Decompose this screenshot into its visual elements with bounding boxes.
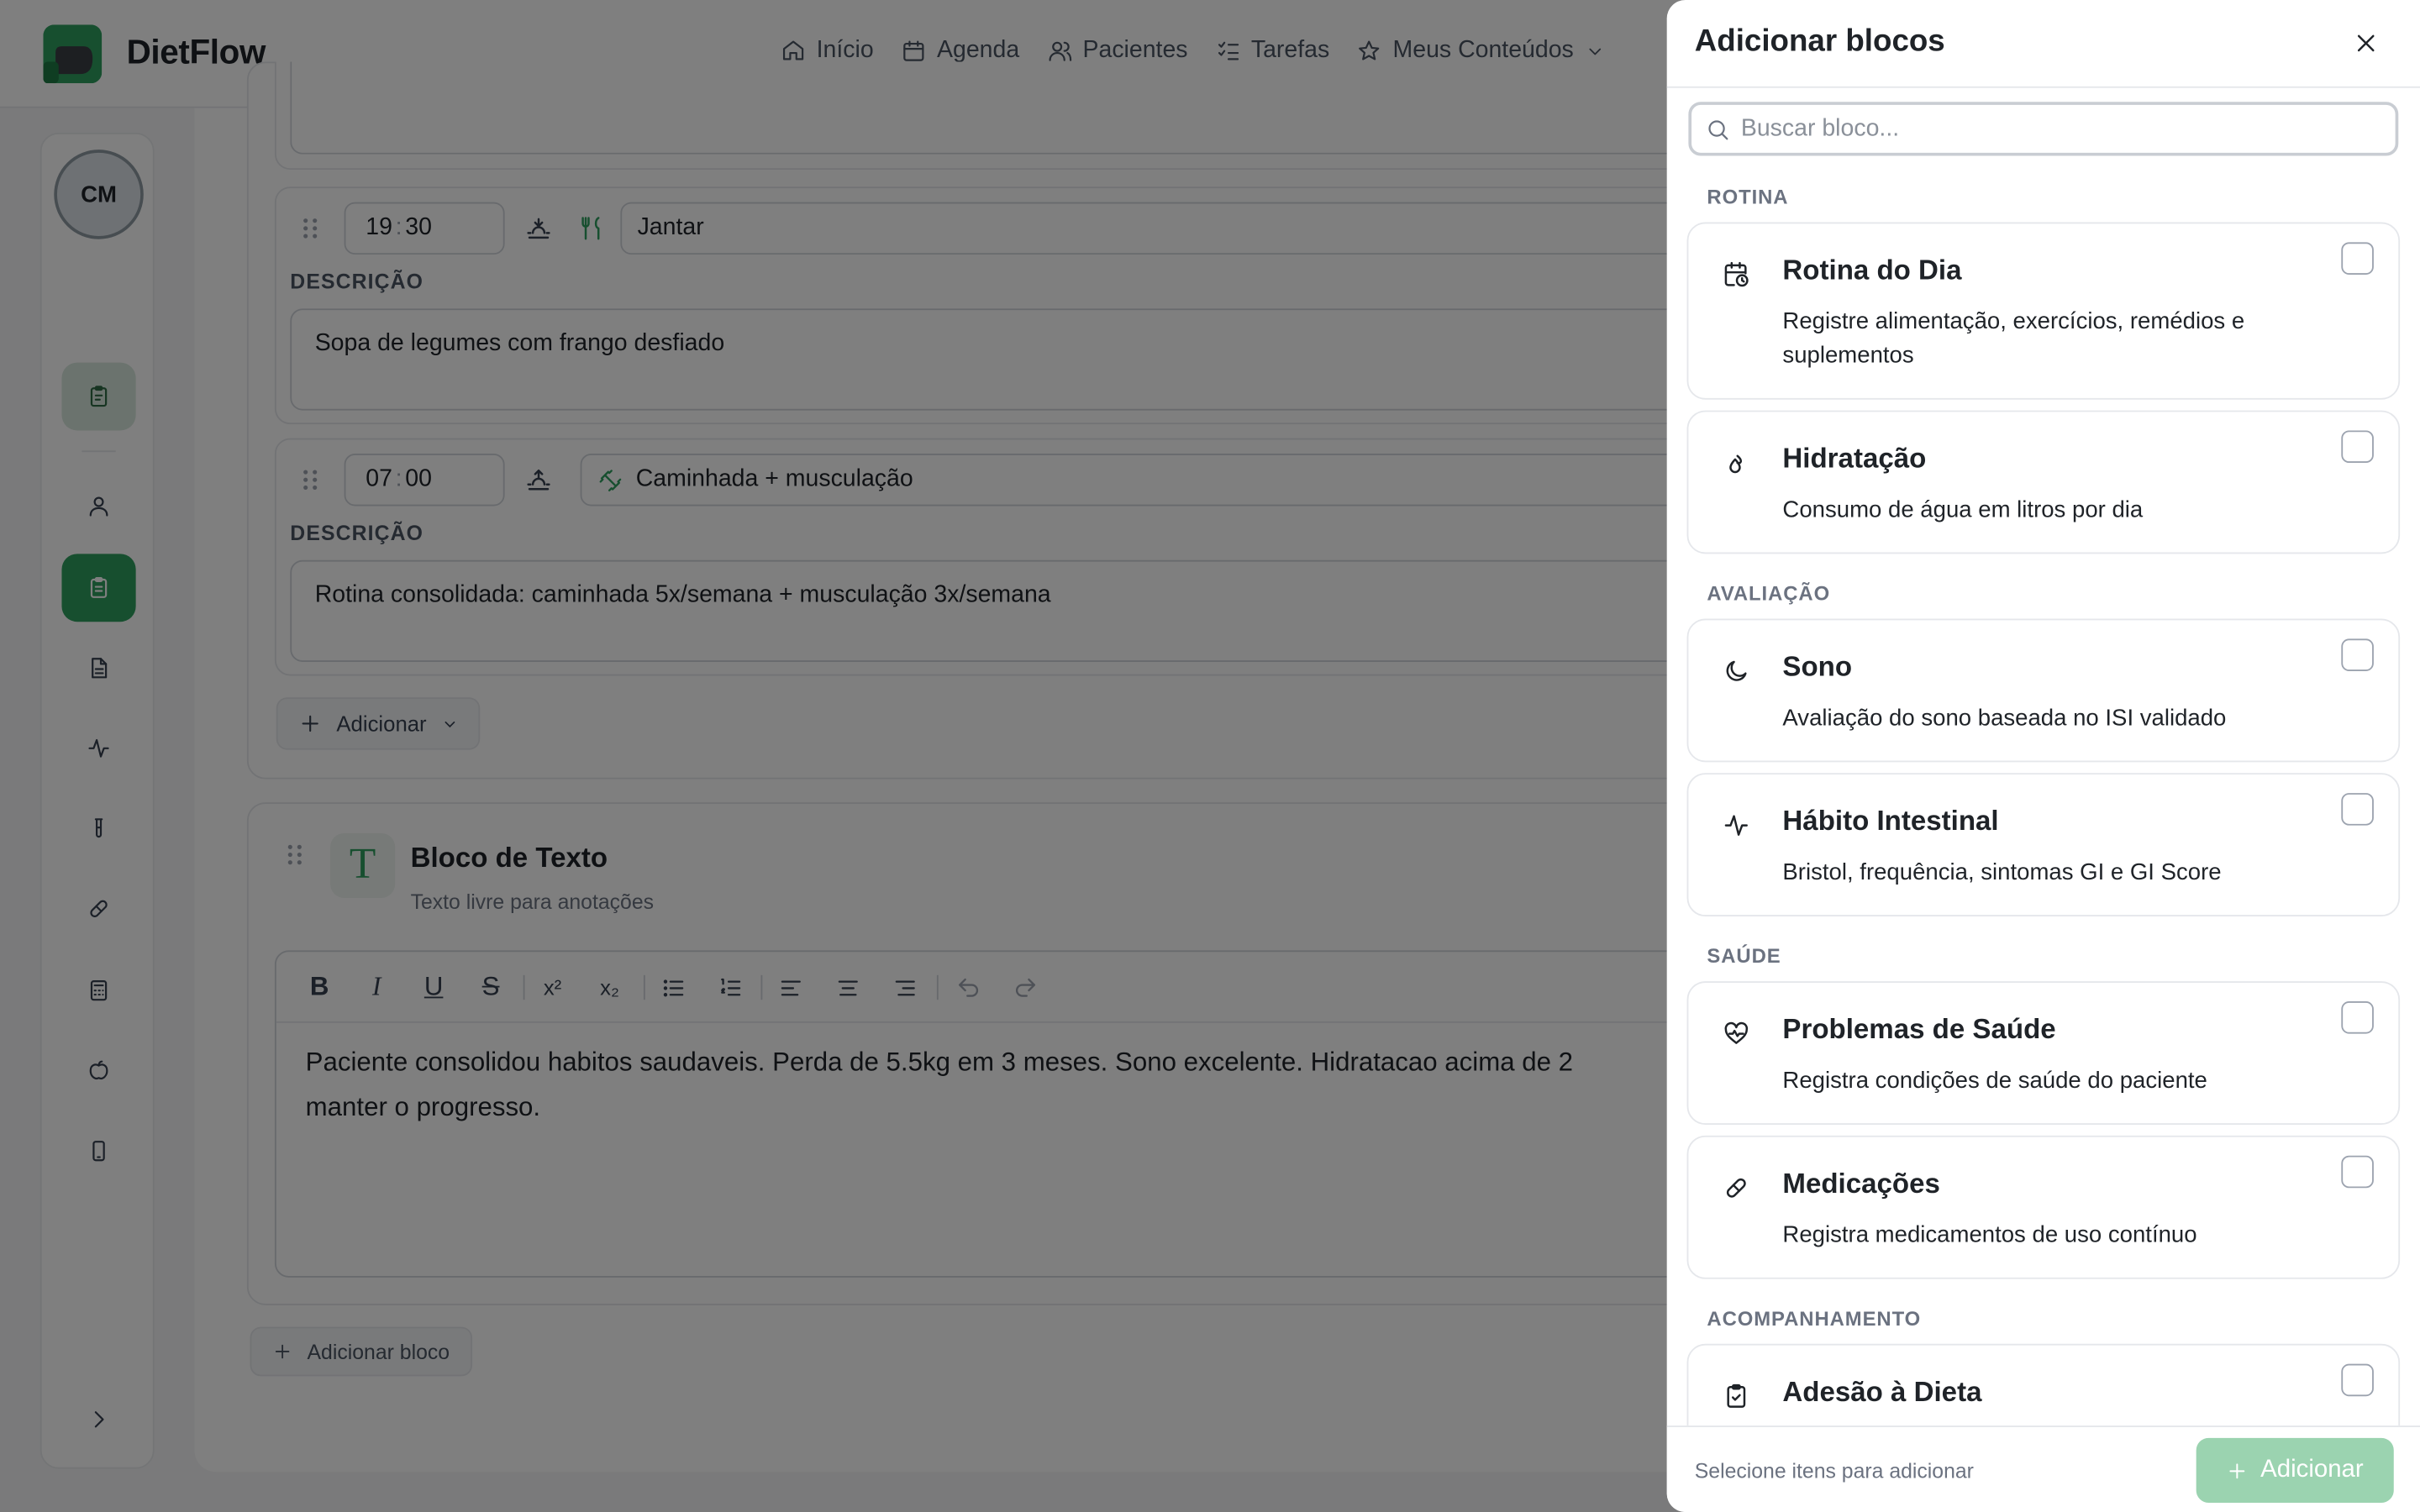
- block-card-checkbox[interactable]: [2341, 242, 2374, 275]
- plus-icon: [2228, 1462, 2244, 1478]
- block-card-medicacoes[interactable]: Medicações Registra medicamentos de uso …: [1686, 1135, 2401, 1279]
- confirm-add-label: Adicionar: [2260, 1456, 2364, 1483]
- drawer-footer: Selecione itens para adicionar Adicionar: [1666, 1425, 2420, 1512]
- confirm-add-button[interactable]: Adicionar: [2196, 1437, 2394, 1503]
- section-label-avaliacao: AVALIAÇÃO: [1707, 581, 1831, 606]
- block-card-title: Sono: [1782, 651, 1853, 682]
- block-card-checkbox[interactable]: [2341, 1155, 2374, 1189]
- block-card-description: Registra condições de saúde do paciente: [1782, 1068, 2207, 1095]
- block-card-checkbox[interactable]: [2341, 430, 2374, 464]
- block-card-description: Registre alimentação, exercícios, remédi…: [1782, 308, 2245, 369]
- block-card-description: Avaliação do sono baseada no ISI validad…: [1782, 705, 2227, 732]
- drawer-header-divider: [1666, 86, 2420, 88]
- clipboard-check-icon: [1723, 1383, 1754, 1414]
- droplets-icon: [1723, 449, 1754, 480]
- block-search: [1688, 102, 2399, 156]
- block-card-title: Rotina do Dia: [1782, 255, 1962, 286]
- block-card-title: Adesão à Dieta: [1782, 1376, 1982, 1408]
- close-icon: [2357, 34, 2375, 52]
- block-card-title: Hidratação: [1782, 443, 1927, 474]
- block-card-habito-intestinal[interactable]: Hábito Intestinal Bristol, frequência, s…: [1686, 773, 2401, 917]
- add-blocks-drawer: Adicionar blocos ROTINA Rotina do Dia Re…: [1666, 0, 2420, 1512]
- heart-pulse-icon: [1723, 1020, 1754, 1051]
- block-card-checkbox[interactable]: [2341, 1363, 2374, 1397]
- block-card-title: Hábito Intestinal: [1782, 805, 1999, 837]
- search-input[interactable]: [1740, 113, 2390, 147]
- section-label-rotina: ROTINA: [1707, 185, 1789, 208]
- block-card-sono[interactable]: Sono Avaliação do sono baseada no ISI va…: [1686, 618, 2401, 763]
- block-card-checkbox[interactable]: [2341, 638, 2374, 671]
- block-card-hidratacao[interactable]: Hidratação Consumo de água em litros por…: [1686, 410, 2401, 554]
- activity-icon: [1723, 811, 1754, 843]
- pill-icon: [1723, 1174, 1754, 1205]
- calendar-clock-icon: [1723, 260, 1754, 291]
- section-label-acompanhamento: ACOMPANHAMENTO: [1707, 1306, 1922, 1331]
- close-button[interactable]: [2349, 26, 2383, 60]
- app-root: DietFlow Início Agenda Pacientes Tarefas…: [0, 0, 2420, 1512]
- block-card-title: Medicações: [1782, 1168, 1940, 1200]
- drawer-title: Adicionar blocos: [1694, 24, 1945, 59]
- block-card-description: Consumo de água em litros por dia: [1782, 496, 2144, 523]
- block-card-checkbox[interactable]: [2341, 1001, 2374, 1034]
- search-icon: [1708, 120, 1728, 140]
- footer-hint: Selecione itens para adicionar: [1694, 1459, 1974, 1483]
- block-card-description: Registra medicamentos de uso contínuo: [1782, 1221, 2197, 1248]
- block-card-title: Problemas de Saúde: [1782, 1013, 2056, 1045]
- block-card-checkbox[interactable]: [2341, 793, 2374, 826]
- block-card-description: Bristol, frequência, sintomas GI e GI Sc…: [1782, 859, 2222, 886]
- section-label-saude: SAÚDE: [1707, 944, 1781, 968]
- block-card-rotina-do-dia[interactable]: Rotina do Dia Registre alimentação, exer…: [1686, 222, 2401, 400]
- block-card-problemas-de-saude[interactable]: Problemas de Saúde Registra condições de…: [1686, 981, 2401, 1125]
- moon-icon: [1723, 657, 1754, 688]
